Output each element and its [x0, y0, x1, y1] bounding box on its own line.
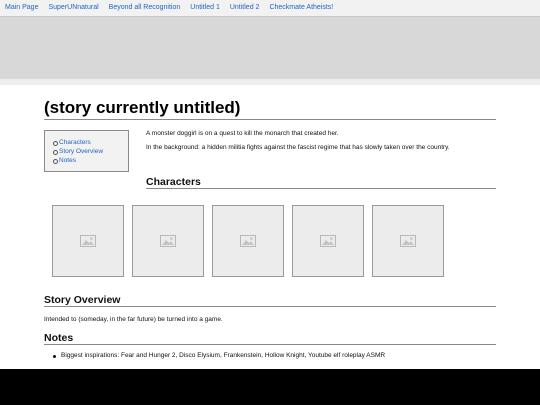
- character-image-1[interactable]: [52, 205, 124, 277]
- page-title: (story currently untitled): [44, 98, 241, 117]
- character-image-2[interactable]: [132, 205, 204, 277]
- notes-divider: [44, 344, 496, 345]
- intro-line-1: A monster doggirl is on a quest to kill …: [146, 130, 339, 137]
- image-placeholder-icon: [80, 235, 96, 247]
- notes-list: Biggest inspirations: Fear and Hunger 2,…: [52, 352, 385, 360]
- image-placeholder-icon: [240, 235, 256, 247]
- characters-divider: [146, 188, 496, 189]
- story-overview-heading: Story Overview: [44, 294, 121, 306]
- nav-main-page[interactable]: Main Page: [5, 0, 38, 16]
- notes-heading: Notes: [44, 332, 74, 344]
- title-divider: [44, 119, 496, 120]
- image-placeholder-icon: [400, 235, 416, 247]
- notes-item: Biggest inspirations: Fear and Hunger 2,…: [52, 352, 385, 360]
- intro-line-2: In the background: a hidden militia figh…: [146, 144, 450, 151]
- characters-heading: Characters: [146, 176, 201, 188]
- table-of-contents: Characters Story Overview Notes: [44, 130, 129, 172]
- toc-item-notes[interactable]: Notes: [53, 156, 128, 165]
- nav-untitled-2[interactable]: Untitled 2: [230, 0, 260, 16]
- toc-item-story-overview[interactable]: Story Overview: [53, 147, 128, 156]
- banner-divider: [0, 79, 540, 85]
- intro-text: A monster doggirl is on a quest to kill …: [146, 130, 496, 158]
- toc-item-characters[interactable]: Characters: [53, 138, 128, 147]
- top-navigation: Main Page SuperUNnatural Beyond all Reco…: [0, 0, 540, 17]
- header-banner: [0, 17, 540, 79]
- nav-untitled-1[interactable]: Untitled 1: [190, 0, 220, 16]
- bottom-bar: [0, 369, 540, 405]
- image-placeholder-icon: [320, 235, 336, 247]
- character-image-5[interactable]: [372, 205, 444, 277]
- character-image-3[interactable]: [212, 205, 284, 277]
- page: Main Page SuperUNnatural Beyond all Reco…: [0, 0, 540, 405]
- nav-checkmate-atheists[interactable]: Checkmate Atheists!: [269, 0, 333, 16]
- nav-superunnatural[interactable]: SuperUNnatural: [48, 0, 98, 16]
- image-placeholder-icon: [160, 235, 176, 247]
- character-image-4[interactable]: [292, 205, 364, 277]
- story-overview-text: Intended to (someday, in the far future)…: [44, 316, 223, 323]
- nav-beyond-all-recognition[interactable]: Beyond all Recognition: [109, 0, 181, 16]
- character-gallery: [52, 205, 472, 277]
- story-overview-divider: [44, 306, 496, 307]
